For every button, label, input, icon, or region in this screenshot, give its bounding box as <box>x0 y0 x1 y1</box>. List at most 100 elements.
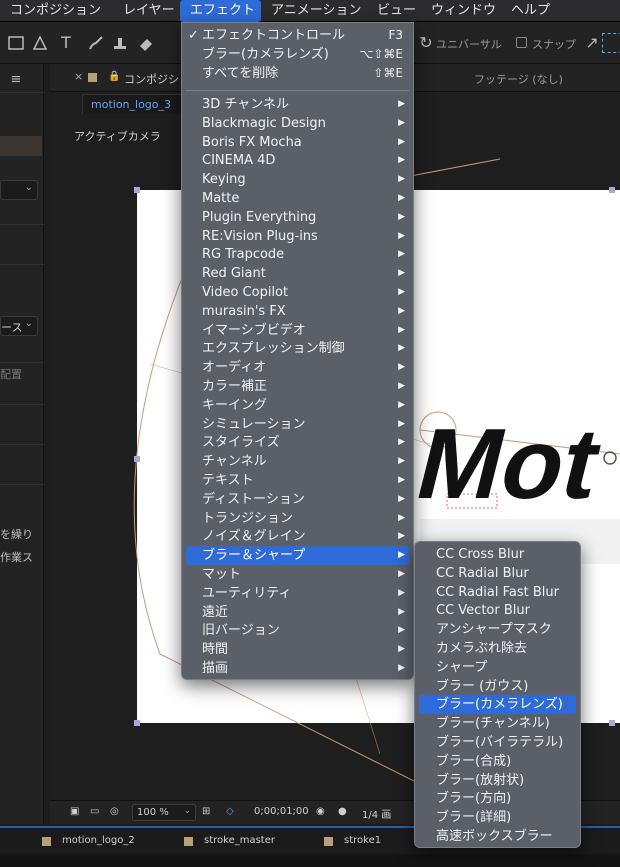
submenu-item-effect[interactable]: CC Radial Blur <box>419 564 576 583</box>
snapshot-icon[interactable]: ▣ <box>70 806 79 817</box>
menu-window[interactable]: ウィンドウ <box>421 0 501 22</box>
menu-item-category[interactable]: Video Copilot ▶ <box>186 283 409 302</box>
menu-item-effect-controls[interactable]: ✓ エフェクトコントロール F3 <box>186 26 409 45</box>
menu-item-category[interactable]: RG Trapcode ▶ <box>186 245 409 264</box>
menu-composition[interactable]: コンポジション <box>0 0 113 22</box>
menu-item-category[interactable]: エクスプレッション制御 ▶ <box>186 339 409 358</box>
menu-item-label: ブラー(カメラレンズ) <box>202 47 329 62</box>
submenu-item-effect[interactable]: シャープ <box>419 658 576 677</box>
menu-item-category[interactable]: ブラー＆シャープ ▶ <box>186 546 409 566</box>
menu-item-category[interactable]: スタイライズ ▶ <box>186 433 409 452</box>
timecode[interactable]: 0;00;01;00 <box>254 806 309 817</box>
submenu-item-effect[interactable]: CC Vector Blur <box>419 601 576 620</box>
menu-item-category[interactable]: 旧バージョン ▶ <box>186 621 409 640</box>
color-channels-icon[interactable]: ● <box>338 806 347 817</box>
menu-item-category[interactable]: マット ▶ <box>186 565 409 584</box>
menu-item-category[interactable]: Blackmagic Design ▶ <box>186 114 409 133</box>
submenu-arrow-icon: ▶ <box>398 418 405 429</box>
brush-tool-icon[interactable] <box>86 33 106 53</box>
menu-item-category[interactable]: 時間 ▶ <box>186 640 409 659</box>
menu-view[interactable]: ビュー <box>367 0 421 22</box>
snap-checkbox[interactable] <box>516 37 527 48</box>
monitor-icon[interactable]: ▭ <box>90 806 99 817</box>
submenu-item-label: ブラー(合成) <box>436 753 512 769</box>
timeline-tab-0[interactable]: motion_logo_2 <box>62 835 135 846</box>
menu-item-category[interactable]: ディストーション ▶ <box>186 490 409 509</box>
submenu-item-effect[interactable]: ブラー(チャンネル) <box>419 714 576 733</box>
resolution-dropdown[interactable]: 1/4 画 <box>362 806 391 821</box>
blur-sharpen-submenu: CC Cross Blur CC Radial Blur CC Radial Fas… <box>414 541 581 848</box>
snap-arrow-icon[interactable]: ↗ <box>582 33 602 53</box>
selected-row[interactable] <box>0 136 42 156</box>
submenu-arrow-icon: ▶ <box>398 381 405 391</box>
eraser-tool-icon[interactable] <box>136 33 156 53</box>
timeline-tab-1[interactable]: stroke_master <box>204 835 275 846</box>
menu-item-category[interactable]: チャンネル ▶ <box>186 452 409 471</box>
menu-item-last-effect[interactable]: ブラー(カメラレンズ) ⌥⇧⌘E <box>186 45 409 64</box>
left-dropdown-1[interactable]: ース ⌄ <box>0 316 38 336</box>
submenu-item-effect[interactable]: ブラー(方向) <box>419 789 576 808</box>
menu-item-category[interactable]: トランジション ▶ <box>186 509 409 528</box>
submenu-item-effect[interactable]: ブラー(詳細) <box>419 808 576 827</box>
chevron-down-icon: ⌄ <box>183 806 191 816</box>
menu-item-category[interactable]: Red Giant ▶ <box>186 264 409 283</box>
menu-item-category[interactable]: 3D チャンネル ▶ <box>186 95 409 114</box>
menu-item-category[interactable]: 描画 ▶ <box>186 659 409 678</box>
timeline-tab-2[interactable]: stroke1 <box>344 835 381 846</box>
submenu-item-effect[interactable]: CC Radial Fast Blur <box>419 583 576 602</box>
menu-item-category[interactable]: Boris FX Mocha ▶ <box>186 133 409 152</box>
menu-item-label: Blackmagic Design <box>202 115 326 131</box>
mask-view-icon[interactable]: ◎ <box>110 806 119 817</box>
zoom-dropdown[interactable]: 100 % ⌄ <box>132 804 196 821</box>
grid-icon[interactable]: ⊞ <box>202 806 210 817</box>
menu-item-category[interactable]: ユーティリティ ▶ <box>186 584 409 603</box>
menu-layer[interactable]: レイヤー <box>113 0 180 22</box>
submenu-item-effect[interactable]: アンシャープマスク <box>419 620 576 639</box>
menu-item-category[interactable]: RE:Vision Plug-ins ▶ <box>186 227 409 246</box>
text-tool-icon[interactable]: T <box>56 33 76 53</box>
rotate-icon[interactable]: ↻ <box>416 33 436 53</box>
submenu-item-effect[interactable]: 高速ボックスブラー <box>419 827 576 846</box>
menu-item-category[interactable]: Keying ▶ <box>186 170 409 189</box>
menu-effect[interactable]: エフェクト <box>180 0 261 22</box>
pen-tool-icon[interactable] <box>30 33 50 53</box>
menu-item-category[interactable]: シミュレーション ▶ <box>186 415 409 434</box>
menu-item-label: ユーティリティ <box>202 585 292 601</box>
menu-item-category[interactable]: カラー補正 ▶ <box>186 377 409 396</box>
menu-item-category[interactable]: Matte ▶ <box>186 189 409 208</box>
submenu-item-effect[interactable]: ブラー(放射状) <box>419 771 576 790</box>
menu-item-category[interactable]: テキスト ▶ <box>186 471 409 490</box>
submenu-arrow-icon: ▶ <box>398 193 405 203</box>
submenu-item-effect[interactable]: ブラー(バイラテラル) <box>419 733 576 752</box>
menu-item-category[interactable]: Plugin Everything ▶ <box>186 208 409 227</box>
menu-item-category[interactable]: CINEMA 4D ▶ <box>186 151 409 170</box>
transparency-icon[interactable]: ◇ <box>226 806 234 817</box>
menu-item-label: 3D チャンネル <box>202 97 290 112</box>
snap-target-icon[interactable] <box>602 33 620 53</box>
menu-item-label: シミュレーション <box>202 416 306 432</box>
clone-stamp-tool-icon[interactable] <box>110 33 130 53</box>
submenu-item-effect[interactable]: ブラー(カメラレンズ) <box>419 695 576 715</box>
menu-item-category[interactable]: 遠近 ▶ <box>186 603 409 622</box>
menu-item-category[interactable]: キーイング ▶ <box>186 396 409 415</box>
submenu-item-effect[interactable]: ブラー (ガウス) <box>419 677 576 696</box>
submenu-arrow-icon: ▶ <box>398 305 405 316</box>
submenu-item-effect[interactable]: CC Cross Blur <box>419 545 576 564</box>
submenu-arrow-icon: ▶ <box>398 136 405 147</box>
menu-item-category[interactable]: ノイズ＆グレイン ▶ <box>186 527 409 546</box>
rectangle-tool-icon[interactable] <box>6 33 26 53</box>
submenu-arrow-icon: ▶ <box>398 324 405 335</box>
panel-menu-icon[interactable]: ≡ <box>6 70 26 90</box>
menu-help[interactable]: ヘルプ <box>501 0 561 22</box>
camera-icon[interactable]: ◉ <box>316 806 325 817</box>
zoom-value: 100 % <box>137 807 169 818</box>
left-dropdown-0[interactable]: ⌄ <box>0 180 38 200</box>
menu-item-remove-all[interactable]: すべてを削除 ⇧⌘E <box>186 64 409 83</box>
menu-item-category[interactable]: イマーシブビデオ ▶ <box>186 321 409 340</box>
menu-item-category[interactable]: オーディオ ▶ <box>186 358 409 377</box>
submenu-item-effect[interactable]: ブラー(合成) <box>419 752 576 771</box>
menu-animation[interactable]: アニメーション <box>261 0 367 22</box>
menu-item-label: チャンネル <box>202 454 267 470</box>
menu-item-category[interactable]: murasin's FX ▶ <box>186 302 409 321</box>
submenu-item-effect[interactable]: カメラぶれ除去 <box>419 639 576 658</box>
